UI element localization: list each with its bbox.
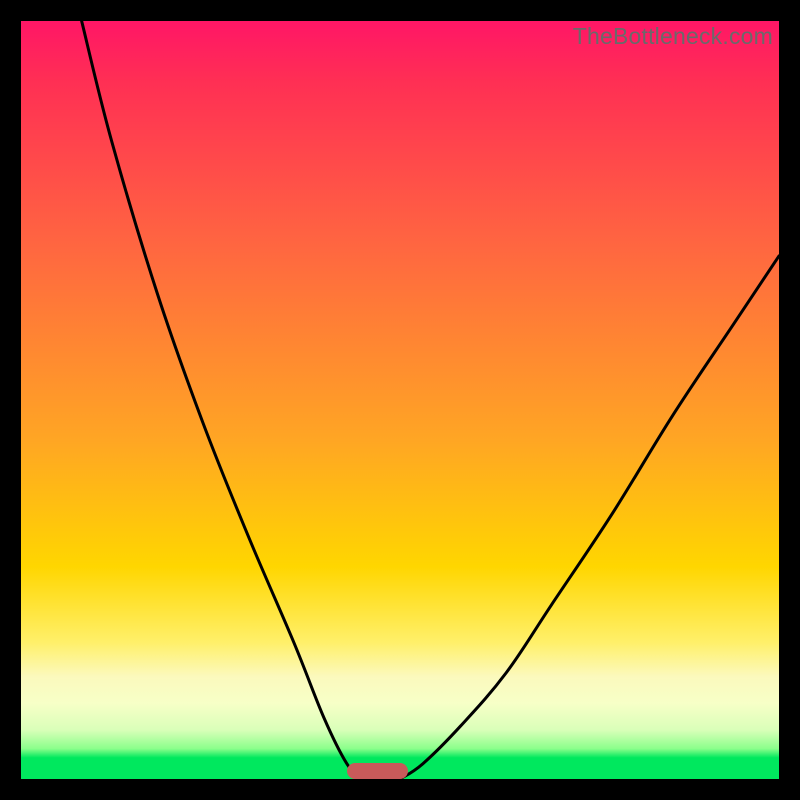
chart-frame: TheBottleneck.com [0, 0, 800, 800]
curve-layer [21, 21, 779, 779]
curve-right [400, 256, 779, 779]
curve-left [82, 21, 362, 779]
plot-area: TheBottleneck.com [21, 21, 779, 779]
optimum-marker [347, 763, 408, 779]
